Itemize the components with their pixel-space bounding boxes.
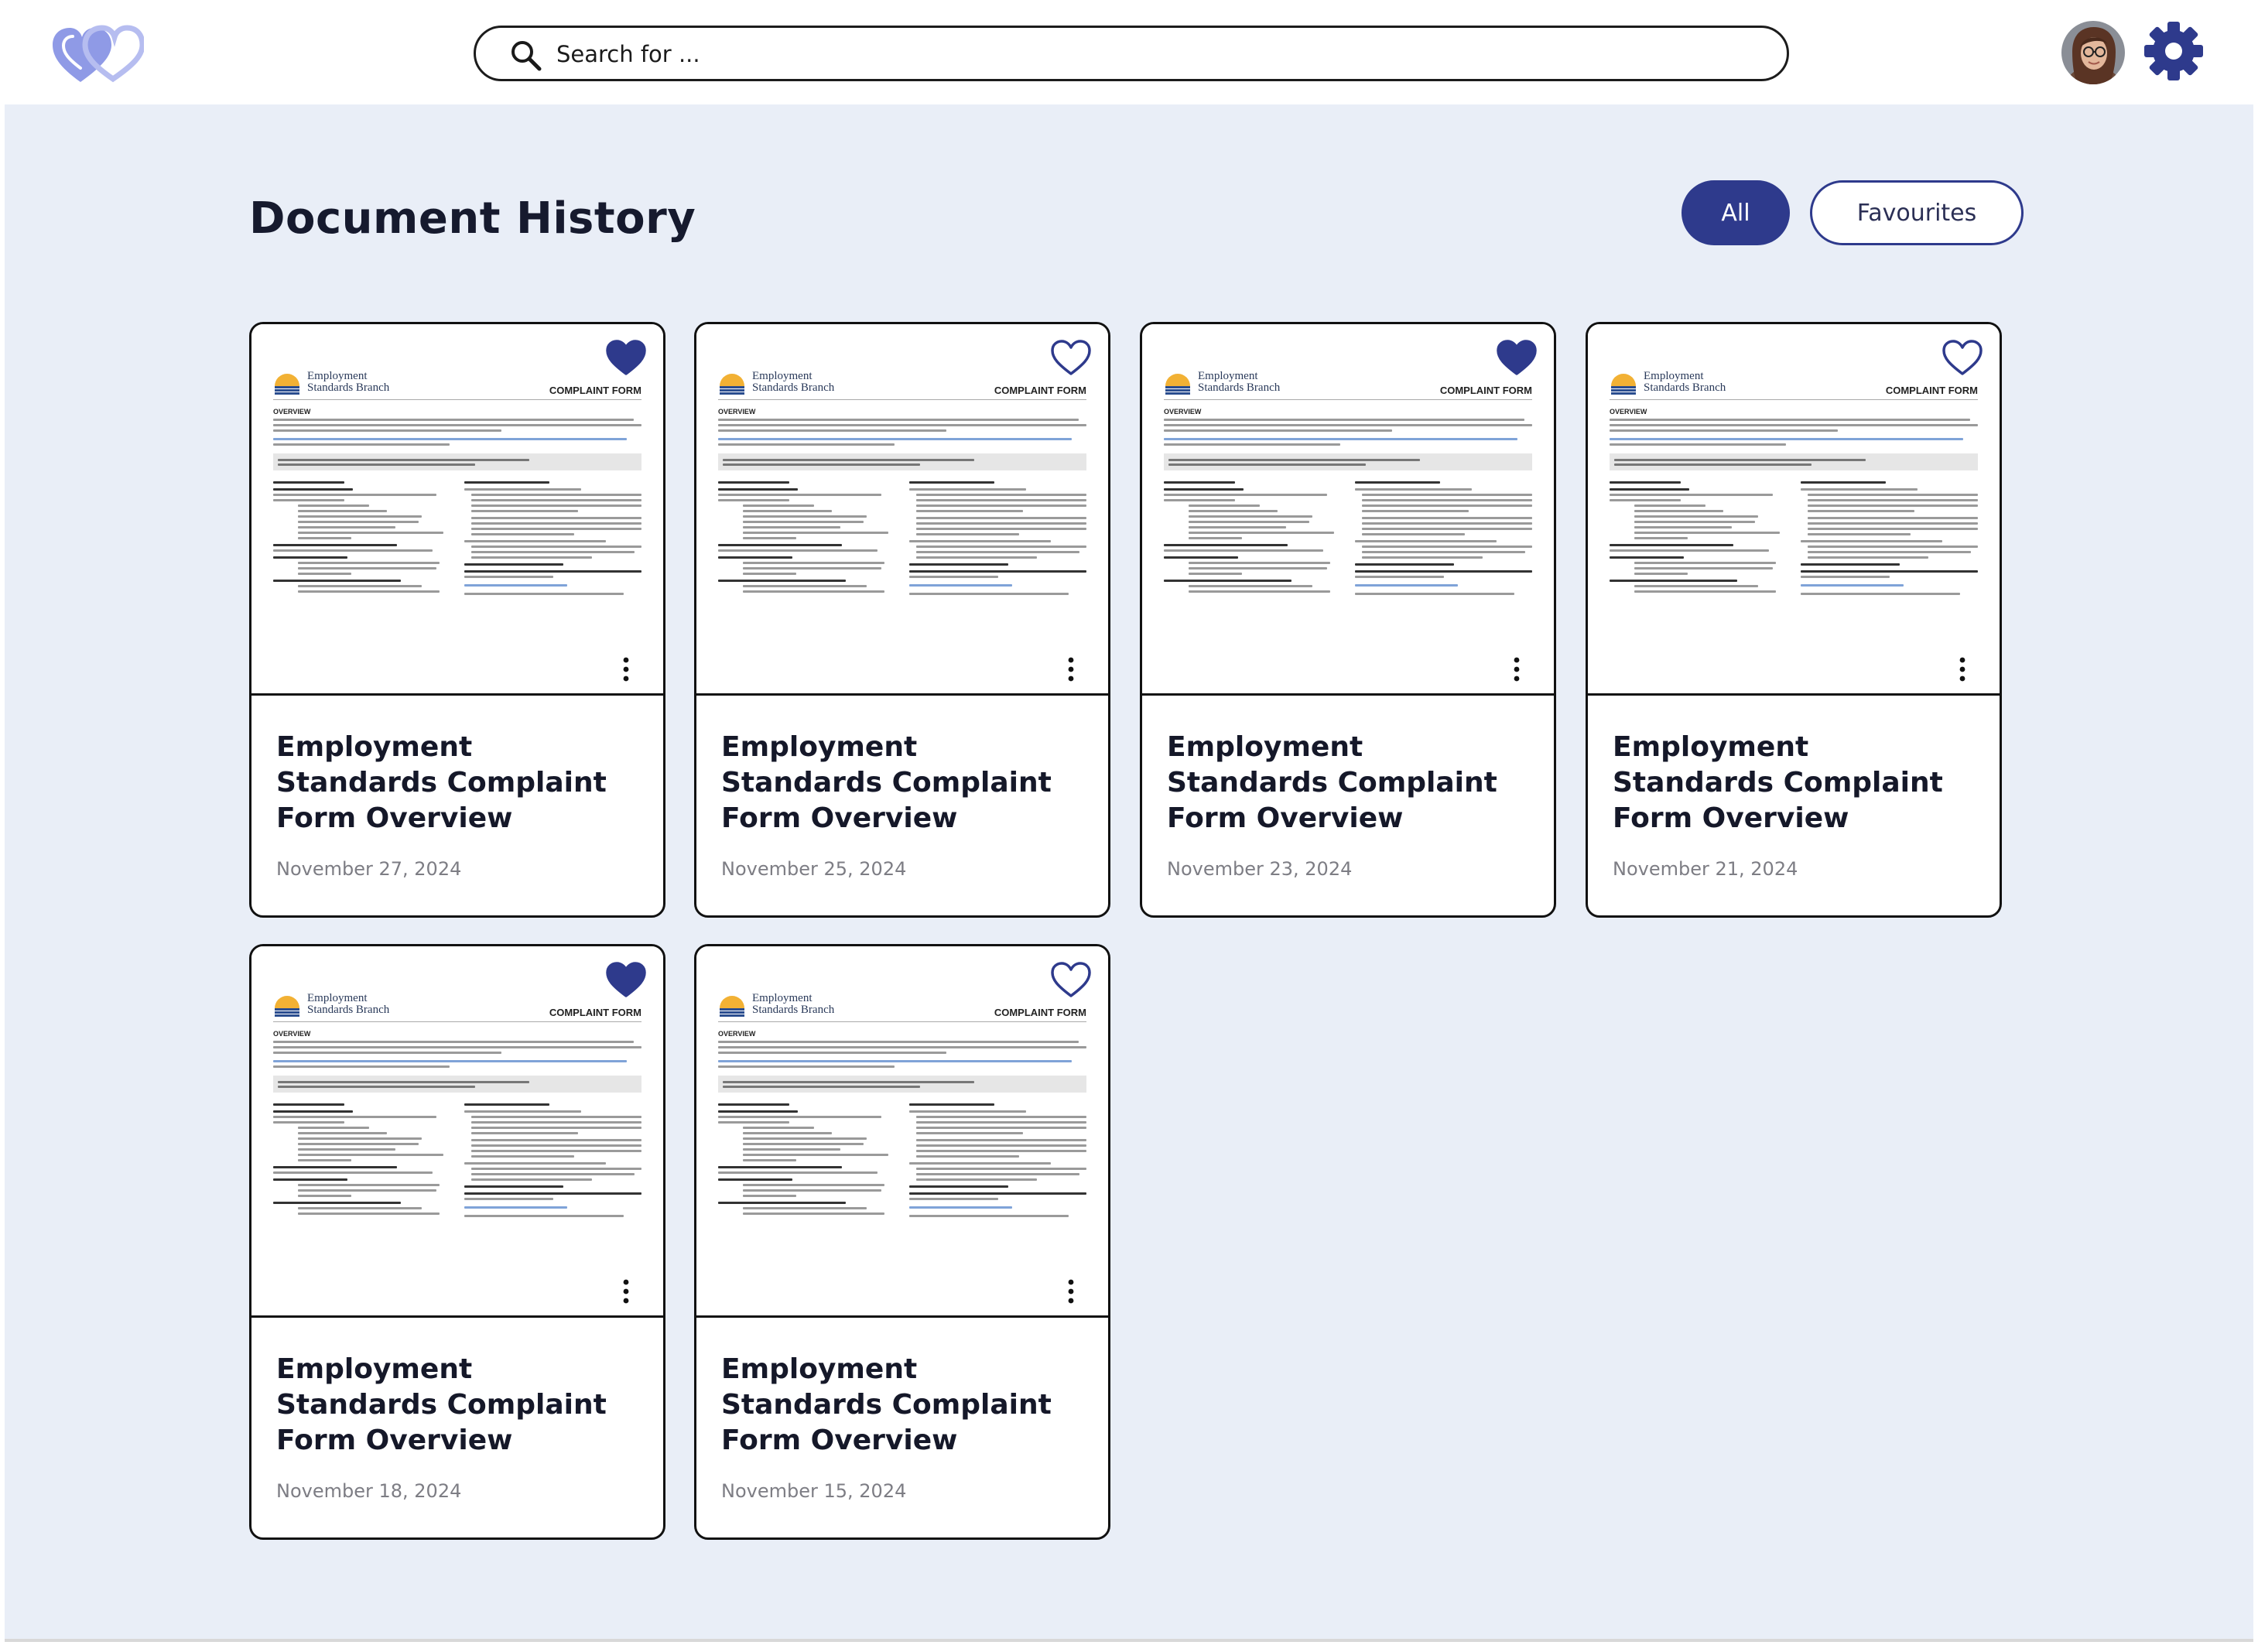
document-thumbnail[interactable]: Employment Standards Branch COMPLAINT FO… xyxy=(251,324,663,696)
linked-hearts-logo-icon[interactable] xyxy=(51,22,144,85)
page-title: Document History xyxy=(249,193,696,244)
document-thumbnail[interactable]: Employment Standards Branch COMPLAINT FO… xyxy=(696,946,1108,1318)
document-form-label: COMPLAINT FORM xyxy=(994,1007,1086,1018)
favourite-heart-filled-icon[interactable] xyxy=(1495,338,1538,377)
document-preview: Employment Standards Branch COMPLAINT FO… xyxy=(273,991,641,1304)
document-card[interactable]: Employment Standards Branch COMPLAINT FO… xyxy=(1140,322,1556,918)
document-card[interactable]: Employment Standards Branch COMPLAINT FO… xyxy=(249,322,665,918)
more-options-icon xyxy=(1068,1279,1074,1304)
org-line-1: Employment xyxy=(752,370,813,382)
search-input[interactable] xyxy=(556,34,1764,74)
document-overview-label: OVERVIEW xyxy=(273,408,311,416)
favourite-heart-outline-icon[interactable] xyxy=(1941,338,1984,377)
document-thumbnail[interactable]: Employment Standards Branch COMPLAINT FO… xyxy=(696,324,1108,696)
org-line-2: Standards Branch xyxy=(1644,381,1726,394)
document-card[interactable]: Employment Standards Branch COMPLAINT FO… xyxy=(1586,322,2002,918)
search-icon[interactable] xyxy=(508,38,542,72)
bc-emblem-icon xyxy=(1165,374,1190,395)
document-thumbnail[interactable]: Employment Standards Branch COMPLAINT FO… xyxy=(251,946,663,1318)
document-form-label: COMPLAINT FORM xyxy=(1885,385,1978,396)
document-overview-label: OVERVIEW xyxy=(1164,408,1202,416)
document-preview: Employment Standards Branch COMPLAINT FO… xyxy=(1610,369,1978,682)
org-line-2: Standards Branch xyxy=(307,1004,390,1016)
document-date: November 21, 2024 xyxy=(1613,858,1798,880)
org-line-2: Standards Branch xyxy=(1198,381,1281,394)
favourite-heart-filled-icon[interactable] xyxy=(604,338,648,377)
bc-emblem-icon xyxy=(720,374,744,395)
document-title: Employment Standards Complaint Form Over… xyxy=(276,1353,607,1456)
document-thumbnail[interactable]: Employment Standards Branch COMPLAINT FO… xyxy=(1588,324,2000,696)
document-form-label: COMPLAINT FORM xyxy=(549,385,641,396)
document-card[interactable]: Employment Standards Branch COMPLAINT FO… xyxy=(694,944,1110,1540)
search-bar[interactable] xyxy=(474,26,1789,81)
org-line-1: Employment xyxy=(752,992,813,1004)
more-options-icon xyxy=(1068,657,1074,682)
app-frame: Document History All Favourites Employme… xyxy=(5,0,2253,1642)
document-card[interactable]: Employment Standards Branch COMPLAINT FO… xyxy=(249,944,665,1540)
org-line-1: Employment xyxy=(1198,370,1258,382)
document-overview-label: OVERVIEW xyxy=(718,408,756,416)
document-org-name: Employment Standards Branch xyxy=(307,371,389,394)
more-options-icon xyxy=(623,657,629,682)
document-date: November 18, 2024 xyxy=(276,1480,462,1502)
gear-icon[interactable] xyxy=(2142,19,2205,83)
org-line-1: Employment xyxy=(1644,370,1704,382)
filter-all-button[interactable]: All xyxy=(1682,180,1790,245)
document-form-label: COMPLAINT FORM xyxy=(1439,385,1532,396)
more-options-icon xyxy=(623,1279,629,1304)
document-title: Employment Standards Complaint Form Over… xyxy=(1613,731,1943,834)
document-date: November 27, 2024 xyxy=(276,858,462,880)
favourite-heart-outline-icon[interactable] xyxy=(1049,338,1093,377)
document-thumbnail[interactable]: Employment Standards Branch COMPLAINT FO… xyxy=(1142,324,1554,696)
more-options-icon xyxy=(1959,657,1965,682)
filter-favourites-button[interactable]: Favourites xyxy=(1810,180,2024,245)
org-line-2: Standards Branch xyxy=(752,1004,835,1016)
bc-emblem-icon xyxy=(1611,374,1636,395)
favourite-heart-outline-icon[interactable] xyxy=(1049,960,1093,999)
document-date: November 23, 2024 xyxy=(1167,858,1353,880)
document-org-name: Employment Standards Branch xyxy=(307,993,389,1016)
document-org-name: Employment Standards Branch xyxy=(1644,371,1726,394)
document-org-name: Employment Standards Branch xyxy=(752,371,834,394)
top-bar xyxy=(5,0,2253,104)
favourite-heart-filled-icon[interactable] xyxy=(604,960,648,999)
bc-emblem-icon xyxy=(275,996,299,1017)
document-card[interactable]: Employment Standards Branch COMPLAINT FO… xyxy=(694,322,1110,918)
document-preview: Employment Standards Branch COMPLAINT FO… xyxy=(1164,369,1532,682)
user-avatar[interactable] xyxy=(2061,21,2125,84)
org-line-2: Standards Branch xyxy=(752,381,835,394)
document-form-label: COMPLAINT FORM xyxy=(994,385,1086,396)
document-title: Employment Standards Complaint Form Over… xyxy=(1167,731,1497,834)
more-options-icon xyxy=(1514,657,1520,682)
document-overview-label: OVERVIEW xyxy=(1610,408,1647,416)
document-overview-label: OVERVIEW xyxy=(273,1030,311,1038)
document-preview: Employment Standards Branch COMPLAINT FO… xyxy=(273,369,641,682)
document-overview-label: OVERVIEW xyxy=(718,1030,756,1038)
org-line-1: Employment xyxy=(307,992,368,1004)
org-line-2: Standards Branch xyxy=(307,381,390,394)
document-date: November 25, 2024 xyxy=(721,858,907,880)
bc-emblem-icon xyxy=(720,996,744,1017)
document-preview: Employment Standards Branch COMPLAINT FO… xyxy=(718,991,1086,1304)
document-preview: Employment Standards Branch COMPLAINT FO… xyxy=(718,369,1086,682)
document-title: Employment Standards Complaint Form Over… xyxy=(721,731,1052,834)
document-title: Employment Standards Complaint Form Over… xyxy=(721,1353,1052,1456)
document-org-name: Employment Standards Branch xyxy=(752,993,834,1016)
document-form-label: COMPLAINT FORM xyxy=(549,1007,641,1018)
document-date: November 15, 2024 xyxy=(721,1480,907,1502)
bc-emblem-icon xyxy=(275,374,299,395)
document-title: Employment Standards Complaint Form Over… xyxy=(276,731,607,834)
org-line-1: Employment xyxy=(307,370,368,382)
document-org-name: Employment Standards Branch xyxy=(1198,371,1280,394)
